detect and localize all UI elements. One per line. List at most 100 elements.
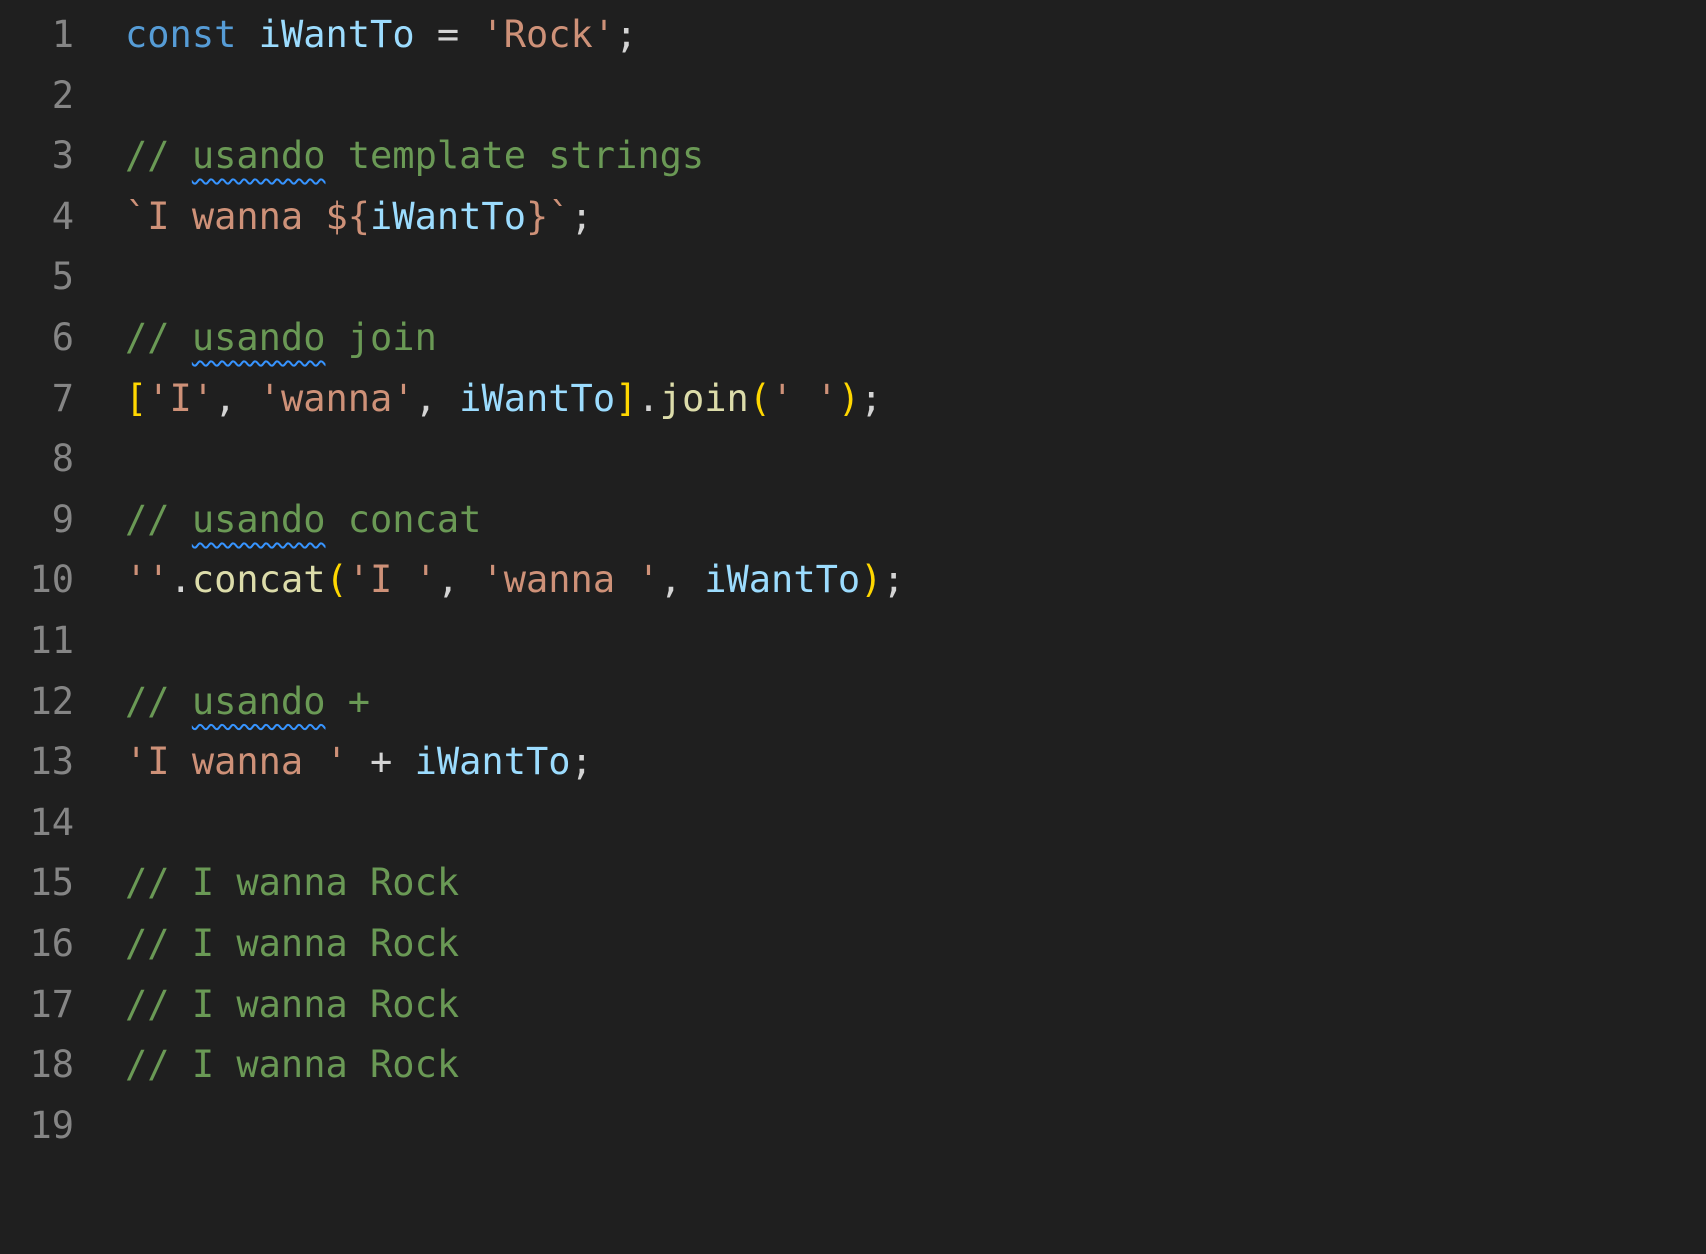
code-token: join — [659, 376, 749, 420]
code-token: iWantTo — [370, 194, 526, 238]
code-line[interactable]: 6 // usando join — [0, 305, 1706, 371]
code-token: 'I ' — [347, 558, 437, 602]
code-token: iWantTo — [704, 558, 861, 602]
code-token: ( — [748, 376, 772, 420]
line-number: 10 — [29, 558, 74, 602]
spell-warning-token: usando — [191, 316, 326, 359]
code-line[interactable]: 8 — [0, 426, 1706, 492]
code-token: . — [169, 558, 192, 602]
code-token: 'Rock' — [481, 13, 616, 56]
code-token: 'wanna' — [258, 376, 415, 420]
code-token: ; — [570, 194, 593, 238]
code-line[interactable]: 11 — [0, 608, 1706, 674]
line-code[interactable]: // usando concat — [125, 487, 481, 553]
line-code[interactable]: // I wanna Rock — [125, 972, 459, 1038]
code-token: 'wanna ' — [481, 558, 660, 602]
code-token: + — [347, 740, 415, 784]
code-token: 'I' — [147, 376, 215, 420]
code-token: , — [414, 376, 460, 420]
spell-warning-token: usando — [191, 134, 326, 178]
code-token: concat — [191, 558, 326, 602]
code-token: join — [325, 316, 437, 359]
code-line[interactable]: 12 // usando + — [0, 669, 1706, 735]
code-token: ; — [882, 558, 905, 602]
spell-warning-token: usando — [191, 679, 326, 723]
line-number: 1 — [51, 13, 74, 56]
line-code[interactable]: `I wanna ${iWantTo}`; — [125, 184, 593, 250]
code-token: , — [214, 376, 259, 420]
line-number: 15 — [29, 861, 74, 905]
code-token: `I wanna — [125, 194, 326, 238]
line-number: 5 — [51, 255, 74, 299]
line-number: 3 — [51, 134, 74, 178]
code-token: ' ' — [771, 376, 838, 420]
code-line[interactable]: 1 const iWantTo = 'Rock'; — [0, 2, 1706, 68]
line-code[interactable]: const iWantTo = 'Rock'; — [125, 2, 637, 68]
code-token: ; — [615, 13, 638, 56]
line-code[interactable]: // I wanna Rock — [125, 1032, 459, 1098]
code-line[interactable]: 18 // I wanna Rock — [0, 1032, 1706, 1098]
code-token: } — [525, 194, 549, 238]
line-number: 9 — [51, 497, 74, 541]
code-token: ] — [615, 376, 638, 420]
code-line[interactable]: 19 — [0, 1093, 1706, 1159]
line-code[interactable]: ['I', 'wanna', iWantTo].join(' '); — [125, 366, 882, 432]
code-line[interactable]: 7 ['I', 'wanna', iWantTo].join(' '); — [0, 366, 1706, 432]
line-number: 17 — [29, 982, 74, 1026]
line-number: 19 — [29, 1103, 74, 1147]
line-code[interactable]: // usando join — [125, 305, 437, 371]
line-code[interactable]: // I wanna Rock — [125, 911, 459, 977]
code-line[interactable]: 3 // usando template strings — [0, 123, 1706, 189]
code-token: + — [325, 679, 371, 723]
line-number: 18 — [29, 1043, 74, 1087]
line-code[interactable]: 'I wanna ' + iWantTo; — [125, 729, 593, 795]
line-number: 6 — [51, 316, 74, 359]
code-token: . — [637, 376, 660, 420]
code-token: // — [125, 316, 192, 359]
line-code[interactable]: // usando + — [125, 669, 370, 735]
code-token: 'I wanna ' — [125, 740, 348, 784]
code-token: // — [125, 134, 192, 178]
code-token: template strings — [325, 134, 705, 178]
code-token: ` — [548, 194, 571, 238]
code-line[interactable]: 16 // I wanna Rock — [0, 911, 1706, 977]
code-line[interactable]: 13 'I wanna ' + iWantTo; — [0, 729, 1706, 795]
code-token: // I wanna Rock — [125, 982, 460, 1026]
code-token: // — [125, 679, 192, 723]
code-token: ; — [570, 740, 593, 784]
line-number: 8 — [51, 437, 74, 481]
code-line[interactable]: 5 — [0, 244, 1706, 310]
code-token: const — [125, 13, 237, 56]
spell-warning-token: usando — [191, 497, 326, 541]
line-code[interactable]: ''.concat('I ', 'wanna ', iWantTo); — [125, 547, 905, 613]
code-token: ) — [860, 558, 883, 602]
code-token: ( — [325, 558, 348, 602]
code-line[interactable]: 2 — [0, 63, 1706, 129]
code-token: ${ — [325, 194, 371, 238]
code-token: '' — [125, 558, 170, 602]
code-line[interactable]: 17 // I wanna Rock — [0, 972, 1706, 1038]
code-token: , — [659, 558, 705, 602]
code-token: iWantTo — [414, 740, 571, 784]
line-number: 7 — [51, 376, 74, 420]
line-number: 14 — [29, 800, 74, 844]
code-line[interactable]: 15 // I wanna Rock — [0, 850, 1706, 916]
code-token: // — [125, 497, 192, 541]
code-line[interactable]: 14 — [0, 790, 1706, 856]
line-number: 13 — [29, 740, 74, 784]
line-number: 11 — [29, 619, 74, 662]
code-line[interactable]: 4 `I wanna ${iWantTo}`; — [0, 184, 1706, 250]
code-token: iWantTo — [459, 376, 616, 420]
line-code[interactable]: // I wanna Rock — [125, 850, 459, 916]
code-token: ) — [837, 376, 861, 420]
line-code[interactable]: // usando template strings — [125, 123, 704, 189]
code-line[interactable]: 9 // usando concat — [0, 487, 1706, 553]
code-token: = — [414, 13, 482, 56]
line-number: 4 — [51, 194, 74, 238]
line-number: 12 — [29, 679, 74, 723]
code-editor[interactable]: 1 const iWantTo = 'Rock'; 2 3 // usando temp… — [0, 0, 1706, 1254]
code-token: // I wanna Rock — [125, 1043, 460, 1087]
code-token: , — [436, 558, 482, 602]
code-line[interactable]: 10 ''.concat('I ', 'wanna ', iWantTo); — [0, 547, 1706, 613]
